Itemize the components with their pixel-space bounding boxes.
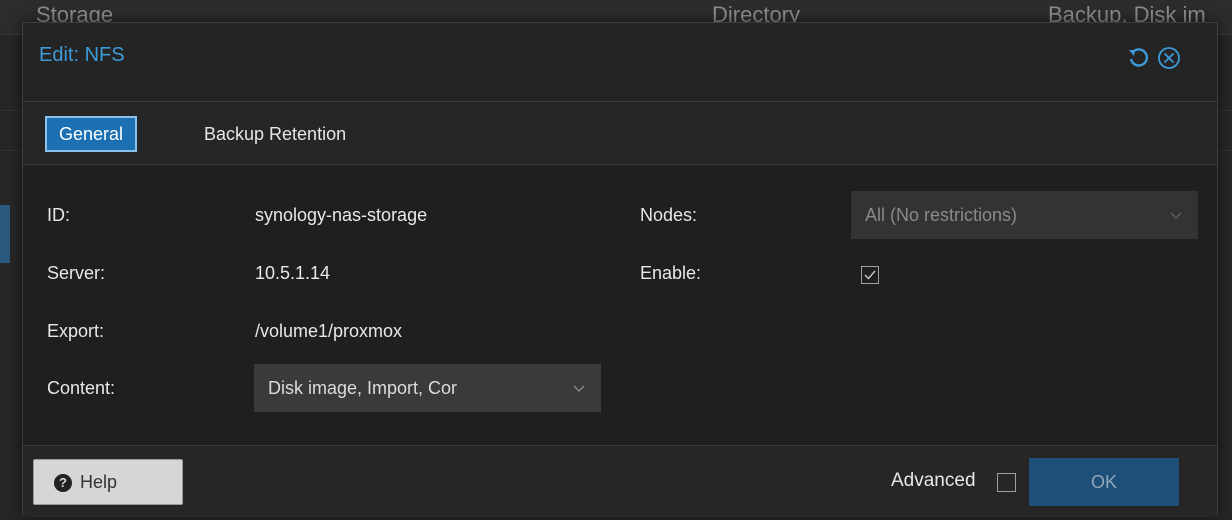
edit-nfs-dialog: Edit: NFS General Backup Retention ID: s… <box>22 22 1218 517</box>
dialog-footer: ? Help Advanced OK <box>23 445 1217 517</box>
nodes-combobox[interactable]: All (No restrictions) <box>851 191 1198 239</box>
bg-selection-marker <box>0 205 10 263</box>
dialog-header: Edit: NFS <box>23 23 1217 95</box>
content-label: Content: <box>47 378 116 398</box>
ok-button[interactable]: OK <box>1029 458 1179 506</box>
id-value: synology-nas-storage <box>255 205 428 225</box>
chevron-down-icon[interactable] <box>1168 207 1184 223</box>
tab-backup-retention[interactable]: Backup Retention <box>204 116 346 152</box>
server-label: Server: <box>47 263 106 283</box>
close-icon <box>1158 47 1180 69</box>
reset-button[interactable] <box>1125 45 1151 71</box>
tab-general[interactable]: General <box>45 116 138 152</box>
export-value: /volume1/proxmox <box>255 321 403 341</box>
content-combobox-value: Disk image, Import, Cor <box>268 378 458 398</box>
tab-bar: General Backup Retention <box>23 101 1217 165</box>
advanced-label: Advanced <box>891 470 976 491</box>
dialog-title: Edit: NFS <box>39 44 125 66</box>
close-button[interactable] <box>1156 45 1182 71</box>
general-form: ID: synology-nas-storage Server: 10.5.1.… <box>23 165 1217 445</box>
enable-label: Enable: <box>640 263 702 283</box>
enable-checkbox[interactable] <box>861 266 879 284</box>
id-label: ID: <box>47 205 71 225</box>
nodes-combobox-value: All (No restrictions) <box>865 205 1018 225</box>
export-label: Export: <box>47 321 105 341</box>
checkmark-icon <box>864 270 876 280</box>
server-value: 10.5.1.14 <box>255 263 331 283</box>
advanced-checkbox[interactable] <box>997 473 1016 492</box>
help-button-label: Help <box>80 472 118 492</box>
chevron-down-icon[interactable] <box>571 380 587 396</box>
reset-icon <box>1129 48 1148 67</box>
help-icon: ? <box>54 474 72 492</box>
content-combobox[interactable]: Disk image, Import, Cor <box>254 364 601 412</box>
help-button[interactable]: ? Help <box>33 459 183 505</box>
nodes-label: Nodes: <box>640 205 698 225</box>
